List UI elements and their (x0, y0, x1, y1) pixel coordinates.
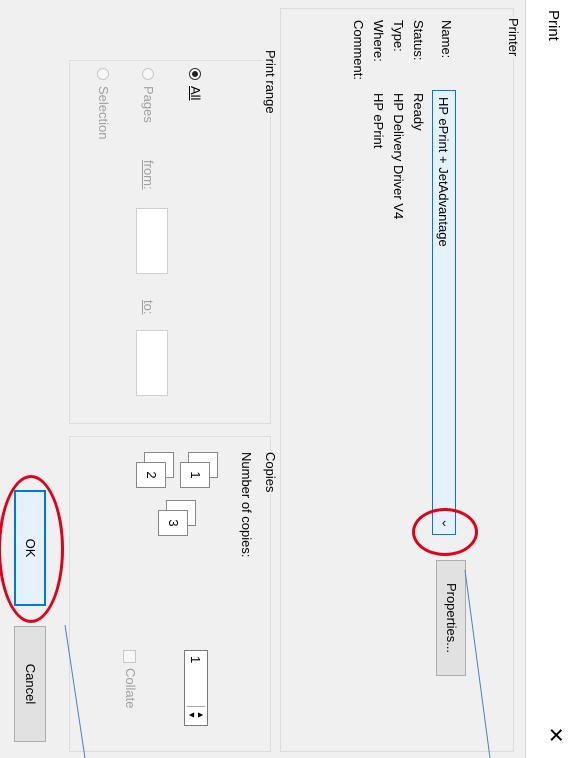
leader-line-dropdown (464, 569, 491, 758)
screenshot-stage: Print ✕ Printer Name: HP ePrint + JetAdv… (0, 0, 576, 758)
annotation-leader-lines (64, 569, 491, 758)
leader-line-ok (64, 624, 86, 758)
